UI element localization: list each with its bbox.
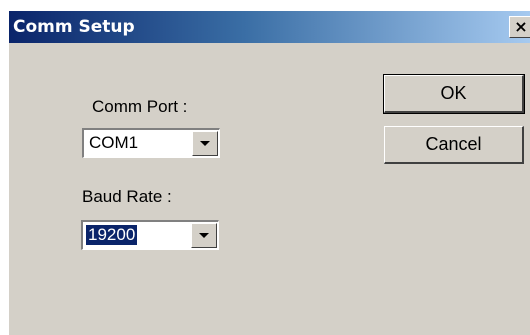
comm-setup-dialog: Comm Setup × Comm Port : COM1 Baud Rate …: [8, 10, 530, 335]
chevron-down-icon: [199, 233, 209, 238]
close-icon: ×: [514, 17, 528, 36]
comm-port-value: COM1: [89, 133, 139, 152]
close-button[interactable]: ×: [509, 16, 530, 38]
cancel-button[interactable]: Cancel: [384, 126, 524, 164]
baud-rate-select[interactable]: 19200: [81, 220, 219, 250]
title-bar[interactable]: Comm Setup ×: [9, 11, 530, 43]
dialog-title: Comm Setup: [13, 17, 135, 37]
baud-rate-dropdown-button[interactable]: [191, 223, 217, 248]
comm-port-dropdown-button[interactable]: [192, 131, 218, 156]
ok-button[interactable]: OK: [383, 74, 525, 114]
baud-rate-label: Baud Rate :: [82, 187, 172, 206]
baud-rate-value: 19200: [86, 225, 138, 245]
chevron-down-icon: [200, 141, 210, 146]
comm-port-label: Comm Port :: [92, 97, 188, 116]
comm-port-select[interactable]: COM1: [82, 128, 220, 158]
